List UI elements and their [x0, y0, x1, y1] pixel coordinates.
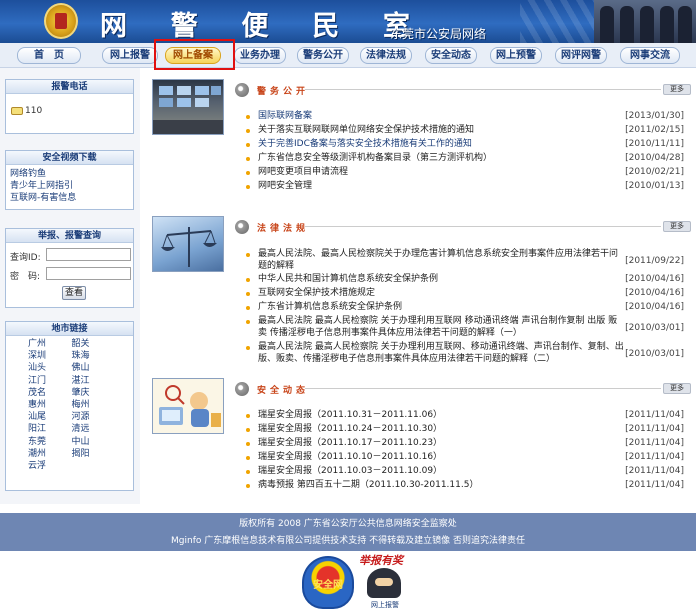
- city-link[interactable]: 江门: [28, 375, 72, 387]
- nav-business[interactable]: 业务办理: [234, 47, 286, 64]
- video-link[interactable]: 网络钓鱼: [10, 168, 129, 180]
- control-room-image: [152, 79, 224, 135]
- title-char: 民: [312, 11, 340, 42]
- section-header-security: 安全动态 更多: [235, 382, 691, 396]
- nav-net-exchange[interactable]: 网事交流: [620, 47, 680, 64]
- nav-highlight-box: [154, 39, 235, 70]
- video-link[interactable]: 互联网-有害信息: [10, 192, 129, 204]
- city-link[interactable]: 佛山: [72, 362, 116, 374]
- site-subtitle: 东莞市公安局网络: [390, 27, 487, 41]
- sidebar: 报警电话 110 安全视频下载 网络钓鱼 青少年上网指引 互联网-有害信息 举报…: [0, 68, 140, 504]
- phone-icon: [11, 106, 23, 115]
- nav-home[interactable]: 首 页: [17, 47, 81, 64]
- nav-laws[interactable]: 法律法规: [360, 47, 412, 64]
- query-id-label: 查询ID:: [10, 253, 41, 263]
- query-view-button[interactable]: 查看: [62, 286, 86, 300]
- video-links: 网络钓鱼 青少年上网指引 互联网-有害信息: [6, 165, 133, 207]
- query-pwd-label: 密 码:: [10, 272, 41, 282]
- video-box: 安全视频下载 网络钓鱼 青少年上网指引 互联网-有害信息: [5, 150, 134, 210]
- report-reward-badge[interactable]: 举报有奖 网上报警: [357, 552, 413, 609]
- phone-box-title: 报警电话: [6, 80, 133, 94]
- section-bullet-icon: [235, 220, 249, 234]
- city-link[interactable]: 梅州: [72, 399, 116, 411]
- reward-title: 举报有奖: [359, 554, 403, 567]
- video-link[interactable]: 青少年上网指引: [10, 180, 129, 192]
- city-links-title: 地市链接: [6, 322, 133, 336]
- security-badge[interactable]: 安全网: [302, 556, 354, 609]
- city-link[interactable]: 中山: [72, 436, 116, 448]
- city-link[interactable]: 肇庆: [72, 387, 116, 399]
- nav-net-review[interactable]: 网评网警: [555, 47, 607, 64]
- city-link[interactable]: 茂名: [28, 387, 72, 399]
- section-header-police: 警务公开 更多: [235, 83, 691, 97]
- query-box-title: 举报、报警查询: [6, 229, 133, 243]
- city-link[interactable]: 珠海: [72, 350, 116, 362]
- city-link[interactable]: 云浮: [28, 460, 72, 472]
- list-item[interactable]: 最高人民法院 最高人民检察院 关于办理利用互联网 移动通讯终端 声讯台制作复制 …: [246, 315, 686, 339]
- nav-report-online[interactable]: 网上报警: [102, 47, 158, 64]
- report-label: 网上报警: [371, 601, 399, 609]
- city-links-box: 地市链接 广州 韶关 深圳 珠海 汕头 佛山 江门 湛江 茂名 肇庆 惠州 梅州…: [5, 321, 134, 491]
- phone-box: 报警电话 110: [5, 79, 134, 134]
- city-links: 广州 韶关 深圳 珠海 汕头 佛山 江门 湛江 茂名 肇庆 惠州 梅州 汕尾 河…: [6, 336, 133, 472]
- more-button[interactable]: 更多: [663, 221, 691, 232]
- security-cartoon-image: [152, 378, 224, 434]
- main-nav: 首 页 网上报警 网上备案 业务办理 警务公开 法律法规 安全动态 网上预警 网…: [0, 43, 696, 68]
- city-link[interactable]: 阳江: [28, 423, 72, 435]
- phone-line: 110: [11, 106, 42, 116]
- title-char: 警: [170, 11, 198, 42]
- city-link[interactable]: 东莞: [28, 436, 72, 448]
- section-title: 安全动态: [257, 386, 310, 396]
- query-password-input[interactable]: [46, 267, 131, 280]
- city-link[interactable]: 清远: [72, 423, 116, 435]
- city-link[interactable]: 广州: [28, 338, 72, 350]
- nav-security-news[interactable]: 安全动态: [425, 47, 477, 64]
- phone-number: 110: [25, 106, 43, 116]
- nav-police-public[interactable]: 警务公开: [297, 47, 349, 64]
- site-banner: 网 警 便 民 室 东莞市公安局网络: [0, 0, 696, 43]
- police-officer-icon: [367, 568, 401, 598]
- city-link[interactable]: 潮州: [28, 448, 72, 460]
- nav-online-alert[interactable]: 网上预警: [490, 47, 542, 64]
- section-bullet-icon: [235, 83, 249, 97]
- footer: 版权所有 2008 广东省公安厅公共信息网络安全监察处 Mginfo 广东摩根信…: [0, 513, 696, 551]
- city-link[interactable]: 河源: [72, 411, 116, 423]
- city-link[interactable]: 揭阳: [72, 448, 116, 460]
- list-item[interactable]: 最高人民法院、最高人民检察院关于办理危害计算机信息系统安全刑事案件应用法律若干问…: [246, 248, 686, 272]
- city-link[interactable]: 深圳: [28, 350, 72, 362]
- video-box-title: 安全视频下载: [6, 151, 133, 165]
- city-link[interactable]: 湛江: [72, 375, 116, 387]
- city-link[interactable]: 韶关: [72, 338, 116, 350]
- title-char: 网: [100, 11, 127, 42]
- list-item[interactable]: 最高人民法院 最高人民检察院 关于办理利用互联网、移动通讯终端、声讯台制作、复制…: [246, 341, 686, 365]
- more-button[interactable]: 更多: [663, 84, 691, 95]
- banner-decoration: [520, 0, 594, 43]
- site-title: 网 警 便 民 室: [100, 4, 410, 43]
- section-bullet-icon: [235, 382, 249, 396]
- footer-support: Mginfo 广东摩根信息技术有限公司提供技术支持 不得转载及建立镜像 否则追究…: [171, 536, 525, 546]
- section-header-laws: 法律法规 更多: [235, 220, 691, 234]
- police-photo: [594, 0, 696, 43]
- city-link[interactable]: 汕头: [28, 362, 72, 374]
- more-button[interactable]: 更多: [663, 383, 691, 394]
- city-link[interactable]: 惠州: [28, 399, 72, 411]
- query-box: 举报、报警查询 查询ID: 密 码: 查看: [5, 228, 134, 308]
- police-emblem-icon: [44, 3, 78, 39]
- city-link[interactable]: 汕尾: [28, 411, 72, 423]
- section-title: 警务公开: [257, 87, 310, 97]
- section-title: 法律法规: [257, 224, 310, 234]
- justice-scale-image: [152, 216, 224, 272]
- title-char: 便: [241, 11, 269, 42]
- query-id-input[interactable]: [46, 248, 131, 261]
- footer-copyright: 版权所有 2008 广东省公安厅公共信息网络安全监察处: [239, 519, 457, 529]
